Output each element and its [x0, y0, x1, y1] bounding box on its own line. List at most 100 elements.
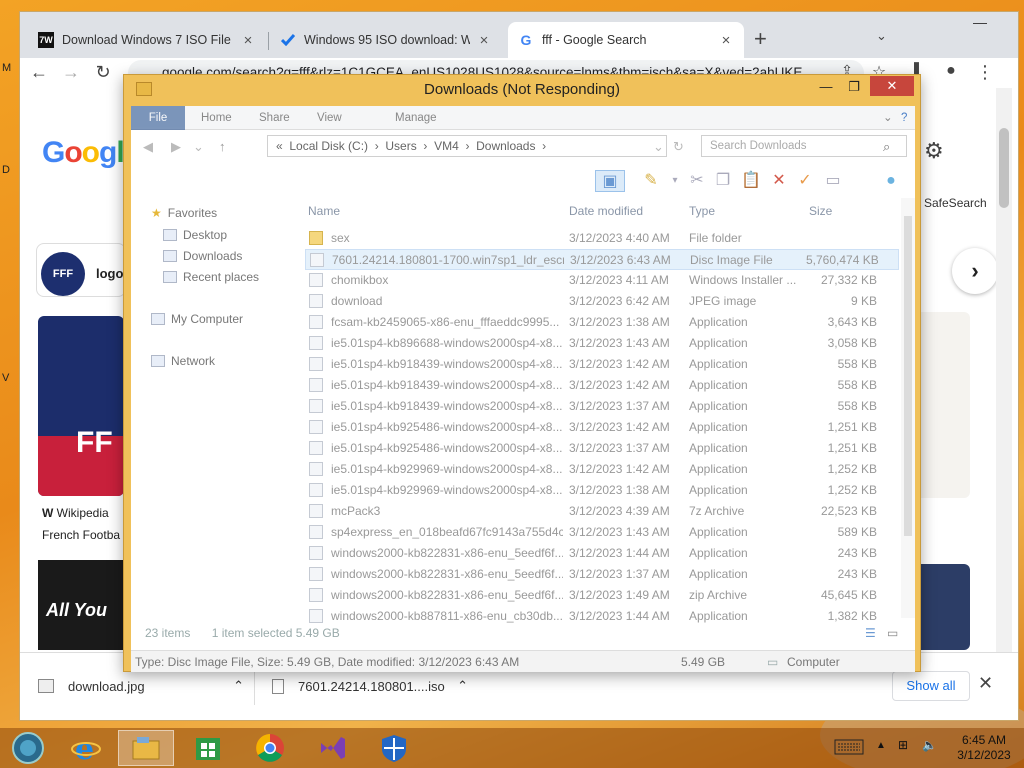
file-row[interactable]: ie5.01sp4-kb925486-windows2000sp4-x8... 3… [305, 438, 899, 459]
chrome-icon[interactable] [242, 730, 298, 766]
delete-icon[interactable]: ✕ [767, 170, 791, 192]
column-header-type[interactable]: Type [689, 204, 715, 218]
profile-icon[interactable]: ● [940, 62, 962, 80]
column-header-size[interactable]: Size [809, 204, 832, 218]
tab-windows7[interactable]: 7W Download Windows 7 ISO File - U × [28, 22, 266, 58]
help-icon[interactable]: ? [893, 106, 915, 130]
file-row[interactable]: sex 3/12/2023 4:40 AM File folder [305, 228, 899, 249]
rename-icon[interactable]: ▭ [821, 170, 845, 192]
checkmark-icon[interactable]: ✓ [793, 170, 817, 192]
forward-arrow-icon[interactable]: ▶ [171, 139, 181, 155]
file-row[interactable]: ie5.01sp4-kb929969-windows2000sp4-x8... 3… [305, 459, 899, 480]
close-downloads-bar-icon[interactable]: ✕ [978, 673, 993, 694]
file-row[interactable]: ie5.01sp4-kb896688-windows2000sp4-x8... 3… [305, 333, 899, 354]
scrollbar-thumb[interactable] [999, 128, 1009, 208]
properties-icon[interactable]: ✎ [639, 170, 663, 192]
tab-manage[interactable]: Manage [387, 106, 445, 130]
search-input[interactable]: Search Downloads [701, 135, 907, 157]
file-row[interactable]: download 3/12/2023 6:42 AM JPEG image 9 KB [305, 291, 899, 312]
up-arrow-icon[interactable]: ↑ [219, 139, 226, 154]
file-list-scrollbar[interactable] [901, 198, 915, 618]
desktop-icon-label[interactable]: V [2, 372, 9, 384]
search-icon[interactable]: ⌕ [883, 139, 890, 155]
tab-share[interactable]: Share [251, 106, 298, 130]
tab-close-icon[interactable]: × [718, 32, 734, 49]
tab-view[interactable]: View [309, 106, 350, 130]
nav-desktop[interactable]: Desktop [163, 228, 227, 242]
paste-icon[interactable]: 📋 [739, 170, 763, 192]
cut-icon[interactable]: ✂ [685, 170, 709, 192]
file-row[interactable]: ie5.01sp4-kb918439-windows2000sp4-x8... 3… [305, 375, 899, 396]
new-tab-button[interactable]: + [754, 26, 767, 52]
file-row[interactable]: mcPack3 3/12/2023 4:39 AM 7z Archive 22,523… [305, 501, 899, 522]
chevron-down-icon[interactable]: ▾ [663, 170, 687, 192]
next-arrow-button[interactable]: › [952, 248, 998, 294]
copy-icon[interactable]: ❐ [711, 170, 735, 192]
internet-explorer-icon[interactable]: e [58, 730, 114, 766]
details-view-icon[interactable]: ☰ [865, 624, 876, 642]
chevron-up-icon[interactable]: ⌃ [233, 678, 244, 694]
file-explorer-icon[interactable] [118, 730, 174, 766]
back-arrow-icon[interactable]: ◀ [143, 139, 153, 155]
tab-search-button[interactable]: ⌄ [876, 28, 887, 44]
gear-icon[interactable]: ⚙ [924, 138, 944, 164]
file-row[interactable]: ie5.01sp4-kb918439-windows2000sp4-x8... 3… [305, 396, 899, 417]
breadcrumb-vm4[interactable]: VM4 [434, 139, 459, 153]
page-scrollbar[interactable] [996, 88, 1012, 652]
download-item-iso[interactable]: 7601.24214.180801....iso ⌃ [272, 673, 468, 699]
visual-studio-icon[interactable] [304, 730, 360, 766]
file-row[interactable]: ie5.01sp4-kb929969-windows2000sp4-x8... 3… [305, 480, 899, 501]
breadcrumb-local-disk[interactable]: Local Disk (C:) [289, 139, 368, 153]
network-status-icon[interactable]: ⊞ [898, 738, 908, 752]
result-image-dark[interactable]: All You [38, 560, 124, 650]
column-header-name[interactable]: Name [308, 204, 340, 218]
tab-windows95[interactable]: Windows 95 ISO download: Wind × [270, 22, 502, 58]
column-header-date[interactable]: Date modified [569, 204, 643, 218]
breadcrumb-overflow[interactable]: « [276, 139, 283, 153]
breadcrumb-sep[interactable]: › [542, 139, 546, 153]
chevron-up-icon[interactable]: ▲ [876, 740, 886, 751]
file-row[interactable]: windows2000-kb822831-x86-enu_5eedf6f... 3… [305, 543, 899, 564]
nav-favorites[interactable]: ★ Favorites [151, 206, 217, 220]
reload-button[interactable]: ↻ [92, 62, 114, 83]
minimize-button[interactable]: — [814, 77, 838, 97]
breadcrumb-sep[interactable]: › [423, 139, 427, 153]
download-item-jpg[interactable]: download.jpg ⌃ [38, 673, 244, 699]
breadcrumb-users[interactable]: Users [385, 139, 416, 153]
file-row[interactable]: windows2000-kb822831-x86-enu_5eedf6f... 3… [305, 585, 899, 606]
close-button[interactable]: ✕ [870, 76, 914, 96]
chevron-down-icon[interactable]: ⌄ [193, 139, 204, 155]
chevron-down-icon[interactable]: ⌄ [653, 139, 664, 155]
scrollbar-thumb[interactable] [904, 216, 912, 536]
show-all-button[interactable]: Show all [892, 671, 970, 701]
file-row[interactable]: fcsam-kb2459065-x86-enu_fffaeddc9995... 3… [305, 312, 899, 333]
nav-recent[interactable]: Recent places [163, 270, 259, 284]
preview-pane-icon[interactable]: ▣ [595, 170, 625, 192]
desktop-icon-label[interactable]: M [2, 62, 11, 74]
defender-shield-icon[interactable] [366, 730, 422, 766]
tab-home[interactable]: Home [193, 106, 240, 130]
back-button[interactable]: ← [28, 62, 50, 83]
menu-icon[interactable]: ⋮ [974, 62, 996, 83]
file-row[interactable]: sp4express_en_018beafd67fc9143a755d4c...… [305, 522, 899, 543]
volume-icon[interactable]: 🔈 [922, 738, 937, 752]
breadcrumb-sep[interactable]: › [375, 139, 379, 153]
breadcrumb-sep[interactable]: › [465, 139, 469, 153]
file-row[interactable]: ie5.01sp4-kb918439-windows2000sp4-x8... 3… [305, 354, 899, 375]
file-row[interactable]: chomikbox 3/12/2023 4:11 AM Windows Instal… [305, 270, 899, 291]
refresh-icon[interactable]: ↻ [673, 139, 684, 155]
result-image[interactable]: FF [38, 316, 124, 496]
maximize-button[interactable]: ❐ [842, 77, 866, 97]
store-icon[interactable] [180, 730, 236, 766]
minimize-button[interactable]: — [960, 12, 1000, 34]
nav-computer[interactable]: My Computer [151, 312, 243, 326]
system-clock[interactable]: 6:45 AM 3/12/2023 [952, 733, 1016, 763]
tab-file[interactable]: File [131, 106, 185, 130]
tab-close-icon[interactable]: × [476, 32, 492, 49]
large-icons-view-icon[interactable]: ▭ [887, 624, 898, 642]
chevron-up-icon[interactable]: ⌃ [457, 678, 468, 694]
result-source[interactable]: W Wikipedia [42, 506, 109, 520]
start-button[interactable] [0, 730, 56, 766]
google-logo[interactable]: Googl [42, 136, 125, 170]
nav-downloads[interactable]: Downloads [163, 249, 242, 263]
